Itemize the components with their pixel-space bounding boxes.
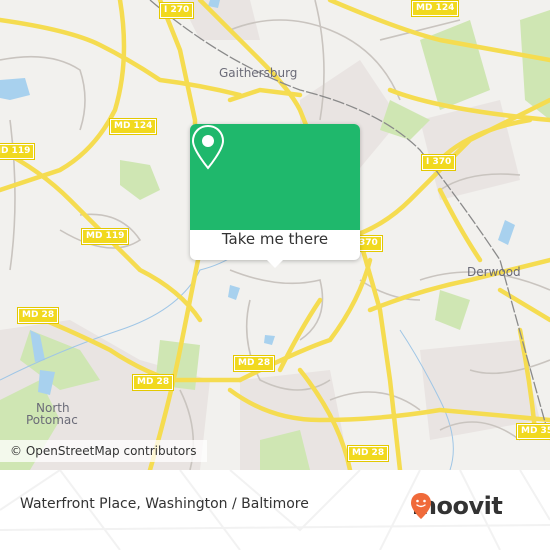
route-shield-i270: I 270	[158, 2, 195, 19]
map-pin-icon	[191, 124, 225, 170]
footer: Waterfront Place, Washington / Baltimore…	[0, 470, 550, 550]
map-attribution[interactable]: © OpenStreetMap contributors	[0, 440, 207, 462]
place-label-north-potomac: Potomac	[26, 413, 78, 427]
moovit-pin-icon	[411, 493, 431, 519]
route-shield-md28: MD 28	[16, 307, 60, 324]
route-shield-md28: MD 28	[346, 445, 390, 462]
route-shield-md124: MD 124	[410, 0, 460, 17]
location-title: Waterfront Place, Washington / Baltimore	[20, 496, 309, 512]
popup-pointer	[267, 260, 283, 268]
location-popup: Take me there	[190, 124, 360, 268]
route-shield-md124: MD 124	[108, 118, 158, 135]
place-label-gaithersburg: Gaithersburg	[219, 66, 298, 80]
route-shield-md119: MD 119	[80, 228, 130, 245]
map-view[interactable]: I 270 MD 124 MD 124 MD 119 MD 119 I 370 …	[0, 0, 550, 470]
route-shield-md119: MD 119	[0, 143, 36, 160]
popup-header	[190, 124, 360, 230]
moovit-logo[interactable]: moovit	[410, 492, 503, 520]
place-label-derwood: Derwood	[467, 265, 521, 279]
take-me-there-button[interactable]: Take me there	[190, 230, 360, 260]
route-shield-md28: MD 28	[131, 374, 175, 391]
route-shield-i370: I 370	[420, 154, 457, 171]
route-shield-md355: MD 35	[515, 423, 550, 440]
route-shield-md28: MD 28	[232, 355, 276, 372]
